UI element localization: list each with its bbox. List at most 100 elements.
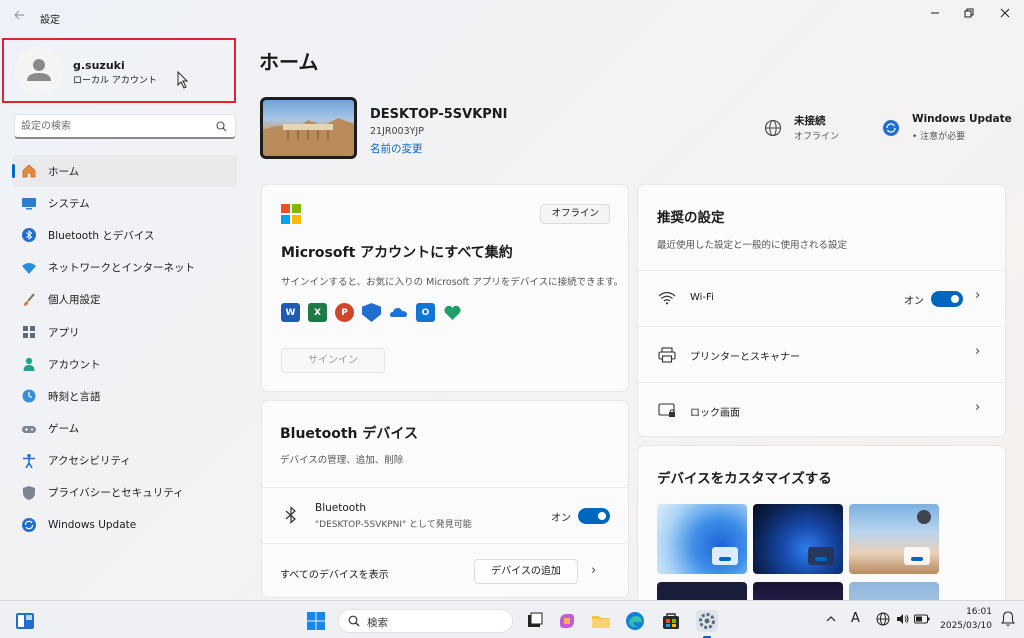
wifi-icon [21,260,37,276]
clock-date[interactable]: 2025/03/10 [930,621,992,631]
sidebar-item-windows-update[interactable]: Windows Update [12,509,237,541]
sidebar-item-apps[interactable]: アプリ [12,316,237,348]
device-model: 21JR003YJP [370,126,424,137]
theme-thumbnail-landscape[interactable] [849,504,939,574]
wifi-toggle[interactable] [931,291,963,307]
edge-browser-icon[interactable] [624,610,646,632]
ime-indicator[interactable]: A [851,611,860,626]
network-globe-icon[interactable] [876,612,890,629]
lock-screen-icon [658,403,675,417]
ms-account-description: サインインすると、お気に入りの Microsoft アプリをデバイスに接続できま… [281,277,624,288]
device-thumbnail [260,97,357,159]
tray-overflow-chevron-icon[interactable] [826,613,836,626]
sidebar-item-accessibility[interactable]: アクセシビリティ [12,445,237,477]
settings-window: 設定 g.suzuki ローカル アカウント 設定の検索 ホーム システム Bl… [0,0,1024,605]
bluetooth-toggle[interactable] [578,508,610,524]
start-icon[interactable] [305,610,327,632]
sidebar-item-personalization[interactable]: 個人用設定 [12,284,237,316]
bluetooth-icon [285,506,296,524]
taskbar-search-label: 検索 [367,617,388,629]
sidebar-item-network[interactable]: ネットワークとインターネット [12,252,237,284]
settings-app-icon[interactable] [696,610,718,638]
person-icon [15,47,63,95]
close-icon [1000,8,1010,18]
profile-account-type: ローカル アカウント [73,76,157,86]
bluetooth-card-title: Bluetooth デバイス [280,426,418,442]
update-icon [21,517,37,533]
microsoft-logo-icon [281,204,301,224]
maximize-button[interactable] [952,4,986,22]
clock-globe-icon [21,388,37,404]
rename-link[interactable]: 名前の変更 [370,141,423,156]
add-device-button[interactable]: デバイスの追加 [474,559,578,584]
notification-bell-icon[interactable] [1001,611,1015,630]
file-explorer-icon[interactable] [590,610,612,632]
sidebar-item-label: Bluetooth とデバイス [48,229,155,242]
chevron-right-icon[interactable]: › [975,344,980,359]
copilot-icon[interactable] [556,610,578,632]
ms-account-title: Microsoft アカウントにすべて集約 [281,245,513,261]
widgets-icon[interactable] [14,610,36,632]
printers-label: プリンターとスキャナー [690,352,800,363]
gamepad-icon [21,421,37,437]
theme-thumbnail-dark[interactable] [753,504,843,574]
system-icon [21,195,37,211]
store-icon[interactable] [660,610,682,632]
shield-icon [21,485,37,501]
bluetooth-toggle-row: Bluetooth "DESKTOP-5SVKPNI" として発見可能 オン [262,487,628,542]
sidebar-item-gaming[interactable]: ゲーム [12,413,237,445]
update-icon [883,120,899,136]
theme-thumbnail-light[interactable] [657,504,747,574]
recommended-settings-card: 推奨の設定 最近使用した設定と一般的に使用される設定 Wi-Fi オン › プリ… [637,184,1006,437]
user-profile[interactable]: g.suzuki ローカル アカウント [2,38,236,103]
sidebar-item-label: 個人用設定 [48,294,101,307]
customize-device-card: デバイスをカスタマイズする [637,445,1006,605]
excel-icon: X [308,303,327,322]
bluetooth-row-title: Bluetooth [315,502,366,514]
bluetooth-devices-card: Bluetooth デバイス デバイスの管理、追加、削除 Bluetooth "… [261,400,629,598]
chevron-right-icon[interactable]: › [591,563,596,578]
show-all-devices-row[interactable]: すべてのデバイスを表示 デバイスの追加 › [262,543,628,599]
sidebar-item-label: ホーム [48,165,80,178]
wallpaper-image [263,100,354,156]
onedrive-icon [389,303,408,322]
sidebar-item-accounts[interactable]: アカウント [12,348,237,380]
recommended-row-lock-screen[interactable]: ロック画面 › [638,382,1005,438]
theme-badge-icon [917,510,931,524]
page-title: ホーム [259,50,319,74]
chevron-right-icon[interactable]: › [975,400,980,415]
minimize-button[interactable] [918,4,952,22]
signin-button[interactable]: サインイン [281,348,385,373]
sidebar-item-label: アカウント [48,358,101,371]
close-button[interactable] [988,4,1022,22]
search-icon [348,615,360,627]
accessibility-icon [21,453,37,469]
recommended-row-printers[interactable]: プリンターとスキャナー › [638,326,1005,382]
chevron-right-icon[interactable]: › [975,288,980,303]
search-icon[interactable] [216,121,227,132]
sidebar-item-bluetooth[interactable]: Bluetooth とデバイス [12,219,237,251]
account-icon [21,356,37,372]
show-all-devices-label: すべてのデバイスを表示 [280,570,389,581]
sidebar-item-time-language[interactable]: 時刻と言語 [12,380,237,412]
update-status-subtitle: • 注意が必要 [912,132,966,142]
taskbar-search[interactable]: 検索 [338,609,513,633]
restore-icon [964,8,974,18]
task-view-icon[interactable] [524,610,546,632]
minimize-icon [931,12,939,14]
wifi-toggle-label: オン [904,296,924,307]
sidebar-item-home[interactable]: ホーム [12,155,237,188]
clock-time[interactable]: 16:01 [930,607,992,617]
volume-icon[interactable] [896,612,910,629]
network-status-title: 未接続 [794,115,826,127]
recommended-row-wifi[interactable]: Wi-Fi オン › [638,270,1005,326]
sidebar-item-privacy[interactable]: プライバシーとセキュリティ [12,477,237,509]
microsoft-account-card: オフライン Microsoft アカウントにすべて集約 サインインすると、お気に… [261,184,629,392]
battery-icon[interactable] [914,614,930,627]
bluetooth-card-subtitle: デバイスの管理、追加、削除 [280,455,404,466]
back-button[interactable] [10,9,28,27]
app-icon-row: W X P O [281,303,462,322]
settings-search-box[interactable] [14,114,236,139]
sidebar-item-system[interactable]: システム [12,187,237,219]
search-input[interactable] [21,118,211,134]
